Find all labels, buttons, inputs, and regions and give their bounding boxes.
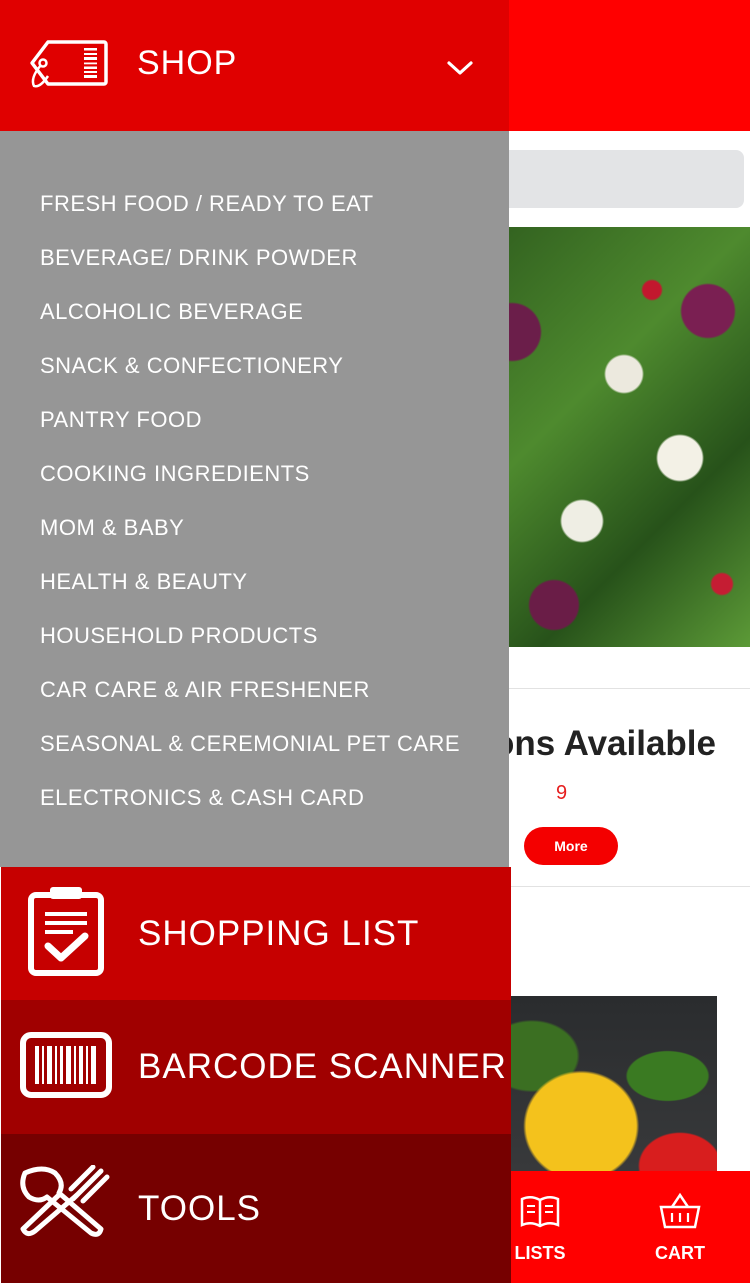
utensils-icon: [20, 1165, 110, 1237]
divider: [470, 886, 750, 887]
category-item[interactable]: BEVERAGE/ DRINK POWDER: [40, 238, 460, 292]
shop-menu-title: SHOP: [137, 44, 238, 82]
tools-label: TOOLS: [138, 1188, 262, 1228]
tab-lists-label: LISTS: [514, 1242, 566, 1263]
search-bar[interactable]: [470, 150, 744, 208]
tab-cart-label: CART: [655, 1242, 705, 1263]
barcode-icon: [20, 1032, 112, 1098]
promotions-count: 9: [556, 782, 568, 804]
shopping-list-menu-item[interactable]: SHOPPING LIST: [1, 867, 511, 1000]
book-icon: [520, 1195, 560, 1227]
hero-salad-image[interactable]: [470, 227, 750, 647]
category-item[interactable]: HOUSEHOLD PRODUCTS: [40, 616, 460, 670]
barcode-scanner-label: BARCODE SCANNER: [138, 1047, 507, 1086]
category-item[interactable]: SEASONAL & CEREMONIAL PET CARE: [40, 724, 460, 778]
basket-icon: [659, 1192, 701, 1228]
price-tag-icon: [30, 40, 108, 88]
shopping-list-label: SHOPPING LIST: [138, 913, 420, 953]
category-item[interactable]: CAR CARE & AIR FRESHENER: [40, 670, 460, 724]
bottom-tab-bar: LISTS CART: [470, 1171, 750, 1283]
shop-menu-header[interactable]: SHOP: [0, 0, 509, 131]
tab-cart[interactable]: CART: [610, 1171, 750, 1283]
divider: [470, 688, 750, 689]
category-item[interactable]: HEALTH & BEAUTY: [40, 562, 460, 616]
navigation-drawer: SHOP FRESH FOOD / READY TO EAT BEVERAGE/ …: [0, 0, 511, 1283]
category-item[interactable]: SNACK & CONFECTIONERY: [40, 346, 460, 400]
more-button[interactable]: More: [524, 827, 618, 865]
category-item[interactable]: PANTRY FOOD: [40, 400, 460, 454]
category-item[interactable]: ALCOHOLIC BEVERAGE: [40, 292, 460, 346]
category-item[interactable]: MOM & BABY: [40, 508, 460, 562]
chevron-down-icon[interactable]: [446, 58, 474, 78]
category-item[interactable]: COOKING INGREDIENTS: [40, 454, 460, 508]
promotions-heading: ons Available: [492, 724, 716, 763]
category-item[interactable]: ELECTRONICS & CASH CARD: [40, 778, 460, 832]
shop-category-submenu: FRESH FOOD / READY TO EAT BEVERAGE/ DRINK…: [0, 131, 509, 867]
clipboard-check-icon: [28, 887, 104, 976]
barcode-scanner-menu-item[interactable]: BARCODE SCANNER: [1, 1000, 511, 1134]
category-item[interactable]: FRESH FOOD / READY TO EAT: [40, 184, 460, 238]
category-list: FRESH FOOD / READY TO EAT BEVERAGE/ DRINK…: [40, 184, 460, 832]
tools-menu-item[interactable]: TOOLS: [1, 1134, 511, 1283]
